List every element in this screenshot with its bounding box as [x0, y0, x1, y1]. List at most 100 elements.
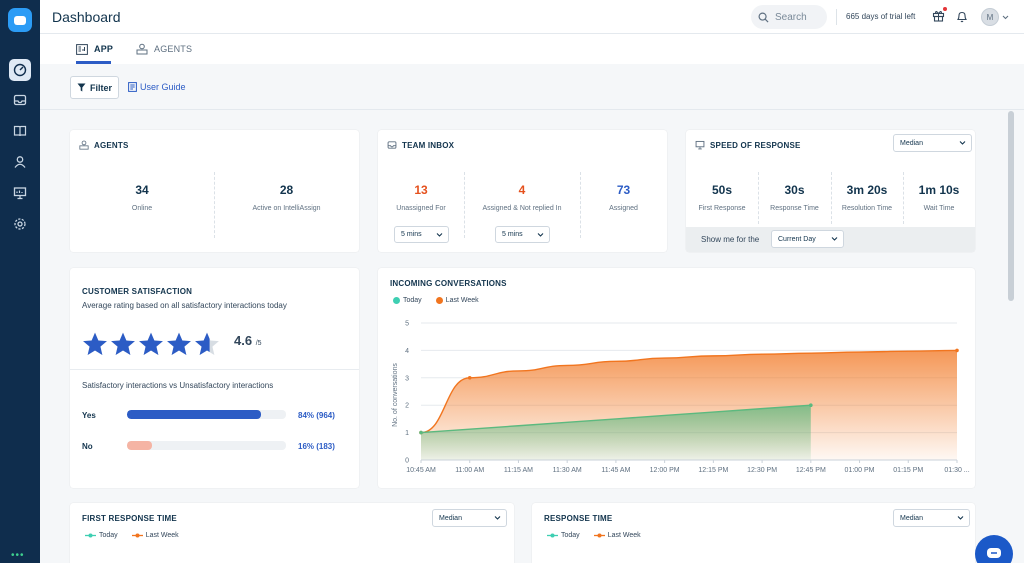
gear-icon[interactable]: [9, 213, 31, 235]
avatar[interactable]: M: [981, 8, 999, 26]
satisfaction-subtitle: Average rating based on all satisfactory…: [82, 301, 287, 310]
y-tick-label: 1: [405, 430, 409, 437]
app-logo[interactable]: [8, 8, 32, 32]
trial-status[interactable]: 665 days of trial left: [846, 12, 915, 21]
satisfaction-compare-label: Satisfactory interactions vs Unsatisfact…: [82, 381, 274, 390]
more-dots[interactable]: •••: [11, 550, 25, 561]
team-inbox-title-text: TEAM INBOX: [402, 140, 455, 150]
legend-today[interactable]: Today: [85, 532, 118, 539]
book-icon[interactable]: [9, 120, 31, 142]
star-icon: [111, 332, 135, 355]
divider: [70, 369, 359, 370]
not-replied-label: Assigned & Not replied In: [482, 205, 562, 212]
dashboard-icon[interactable]: [9, 59, 31, 81]
top-header: Dashboard Search 665 days of trial left …: [40, 0, 1024, 34]
notification-dot: [943, 7, 947, 11]
first-response-stat[interactable]: 50s First Response: [686, 183, 758, 212]
bell-icon[interactable]: [956, 10, 968, 26]
x-tick-label: 11:15 AM: [504, 467, 533, 474]
period-select[interactable]: Current Day: [771, 230, 844, 248]
y-tick-label: 4: [405, 348, 409, 355]
wait-time-value: 1m 10s: [918, 183, 960, 197]
first-response-metric-select[interactable]: Median: [432, 509, 507, 527]
y-tick-label: 2: [405, 403, 409, 410]
speed-metric-value: Median: [900, 139, 923, 147]
legend-last-week[interactable]: Last Week: [593, 532, 641, 539]
unassigned-label: Unassigned For: [396, 205, 446, 212]
y-tick-label: 5: [405, 321, 409, 328]
tab-app[interactable]: APP: [76, 34, 113, 64]
chevron-down-icon: [494, 516, 501, 520]
customer-satisfaction-card: CUSTOMER SATISFACTION Average rating bas…: [70, 268, 359, 488]
response-time-legend: Today Last Week: [547, 532, 641, 539]
resolution-time-value: 3m 20s: [846, 183, 888, 197]
rating-value: 4.6 /5: [234, 333, 262, 348]
not-replied-duration-value: 5 mins: [502, 231, 523, 238]
intelliassign-agents-stat[interactable]: 28 Active on IntelliAssign: [214, 183, 359, 212]
agents-title-text: AGENTS: [94, 140, 129, 150]
chevron-down-icon[interactable]: [1002, 12, 1009, 24]
presentation-icon[interactable]: [9, 182, 31, 204]
speed-icon: [695, 140, 705, 150]
agents-card: AGENTS 34 Online 28 Active on IntelliAss…: [70, 130, 359, 252]
chat-launcher-button[interactable]: [975, 535, 1013, 563]
yes-bar-track: [127, 410, 286, 419]
data-point: [467, 376, 472, 380]
legend-today[interactable]: Today: [547, 532, 580, 539]
inbox-icon[interactable]: [9, 89, 31, 111]
x-tick-label: 11:00 AM: [455, 467, 484, 474]
wait-time-stat[interactable]: 1m 10s Wait Time: [903, 183, 975, 212]
page-scrollbar[interactable]: [1008, 111, 1014, 301]
filter-icon: [77, 83, 86, 92]
x-tick-label: 12:15 PM: [698, 467, 728, 474]
legend-today-label: Today: [99, 532, 118, 539]
rating-stars: [82, 331, 220, 357]
legend-today-marker: [547, 533, 558, 538]
response-time-value: 30s: [784, 183, 805, 197]
speed-of-response-card: SPEED OF RESPONSE Median 50s First Respo…: [686, 130, 975, 252]
user-guide-link[interactable]: User Guide: [128, 82, 186, 92]
wait-time-label: Wait Time: [923, 205, 955, 212]
chevron-down-icon: [957, 516, 964, 520]
not-replied-duration-select[interactable]: 5 mins: [495, 226, 550, 243]
online-agents-label: Online: [131, 205, 153, 212]
response-time-stat[interactable]: 30s Response Time: [758, 183, 831, 212]
header-divider: [836, 9, 837, 25]
unassigned-duration-select[interactable]: 5 mins: [394, 226, 449, 243]
first-response-label: First Response: [698, 205, 746, 212]
intelliassign-agents-value: 28: [279, 183, 294, 197]
not-replied-stat[interactable]: 4 Assigned & Not replied In: [464, 183, 580, 212]
filter-button[interactable]: Filter: [70, 76, 119, 99]
response-time-metric-select[interactable]: Median: [893, 509, 970, 527]
assigned-value: 73: [616, 183, 631, 197]
user-icon[interactable]: [9, 151, 31, 173]
star-icon: [139, 332, 163, 355]
unassigned-duration-value: 5 mins: [401, 231, 422, 238]
app-icon: [76, 43, 88, 55]
online-agents-stat[interactable]: 34 Online: [70, 183, 214, 212]
tab-agents[interactable]: AGENTS: [136, 34, 192, 64]
search-icon: [758, 12, 769, 23]
no-label: No: [82, 442, 93, 451]
response-time-card: RESPONSE TIME Median Today Last Week: [532, 503, 975, 563]
assigned-label: Assigned: [609, 205, 638, 212]
team-inbox-card-title: TEAM INBOX: [387, 140, 454, 150]
yes-bar-fill: [127, 410, 261, 419]
assigned-stat[interactable]: 73 Assigned: [580, 183, 667, 212]
yes-value[interactable]: 84% (964): [298, 411, 335, 420]
speed-metric-select[interactable]: Median: [893, 134, 972, 152]
filter-label: Filter: [89, 82, 112, 93]
satisfaction-card-title: CUSTOMER SATISFACTION: [82, 287, 193, 296]
rating-number: 4.6: [234, 333, 253, 348]
unassigned-stat[interactable]: 13 Unassigned For: [378, 183, 464, 212]
legend-last-week[interactable]: Last Week: [131, 532, 179, 539]
gift-icon[interactable]: [932, 9, 945, 25]
search-input[interactable]: Search: [751, 5, 827, 29]
x-tick-label: 12:45 PM: [796, 467, 826, 474]
chat-icon: [987, 548, 1001, 558]
no-value[interactable]: 16% (183): [298, 442, 335, 451]
resolution-time-stat[interactable]: 3m 20s Resolution Time: [831, 183, 903, 212]
y-tick-label: 3: [405, 375, 409, 382]
team-inbox-card: TEAM INBOX 13 Unassigned For 4 Assigned …: [378, 130, 667, 252]
legend-last-week-marker: [131, 533, 143, 538]
